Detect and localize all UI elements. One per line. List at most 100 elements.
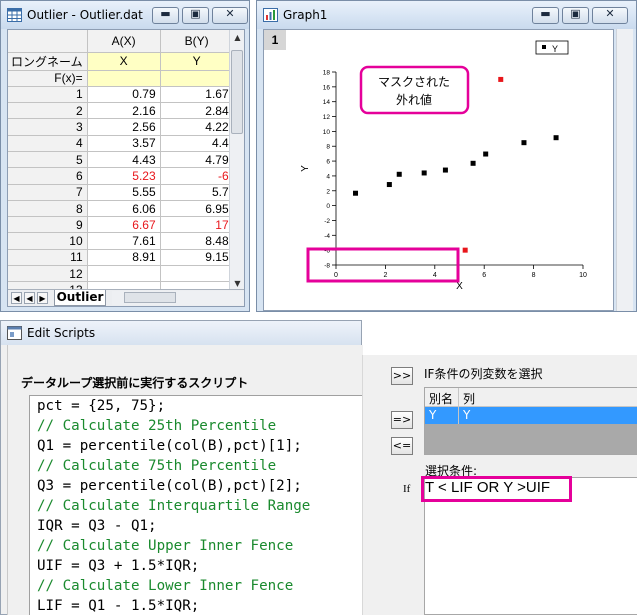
listbox-header-alias[interactable]: 別名: [429, 390, 453, 407]
longname-label: ロングネーム: [8, 52, 88, 71]
row-number[interactable]: 5: [8, 151, 88, 169]
worksheet-window[interactable]: Outlier - Outlier.dat ▬ ▣ ✕ A(X) B(Y) ロン…: [0, 0, 250, 312]
table-row: 11 8.91 9.15: [8, 249, 234, 267]
worksheet-titlebar[interactable]: Outlier - Outlier.dat ▬ ▣ ✕: [1, 1, 249, 29]
cell-a[interactable]: 7.61: [87, 232, 161, 250]
script-code-line: pct = {25, 75};: [37, 398, 166, 414]
scroll-thumb[interactable]: [231, 50, 243, 134]
edit-scripts-dialog[interactable]: Edit Scripts データループ選択前に実行するスクリプト pct = {…: [0, 320, 363, 615]
legend-marker: [542, 45, 546, 49]
cell-b[interactable]: 9.15: [160, 249, 234, 267]
cell-a[interactable]: 3.57: [87, 135, 161, 152]
row-number[interactable]: 9: [8, 216, 88, 234]
tab-prev-icon[interactable]: ◀: [24, 292, 35, 304]
longname-b[interactable]: Y: [160, 52, 234, 71]
cell-a[interactable]: 2.56: [87, 118, 161, 136]
cell-a[interactable]: 6.67: [87, 216, 161, 234]
column-header-a[interactable]: A(X): [87, 30, 161, 53]
add-all-button[interactable]: >>: [391, 367, 413, 385]
cell-a[interactable]: 0.79: [87, 86, 161, 104]
worksheet-vertical-scrollbar[interactable]: ▲ ▼: [229, 30, 244, 291]
cell-b[interactable]: [160, 265, 234, 283]
row-number[interactable]: 4: [8, 135, 88, 152]
remove-button[interactable]: <=: [391, 437, 413, 455]
row-number[interactable]: 6: [8, 167, 88, 185]
data-point: [553, 135, 559, 141]
y-tick-label: 16: [323, 84, 331, 91]
sheet-tab-outlier[interactable]: Outlier: [54, 290, 106, 306]
script-code-line: Q1 = percentile(col(B),pct)[1];: [37, 438, 302, 454]
column-header-b[interactable]: B(Y): [160, 30, 234, 53]
table-row: 4 3.57 4.4: [8, 135, 234, 152]
worksheet-icon: [7, 8, 22, 22]
cell-b[interactable]: 8.48: [160, 232, 234, 250]
minimize-button[interactable]: ▬: [152, 7, 179, 24]
row-number[interactable]: 10: [8, 232, 88, 250]
close-icon: ✕: [225, 7, 235, 20]
table-row: 12: [8, 265, 234, 283]
condition-highlight: [421, 476, 572, 502]
cell-b[interactable]: 1.67: [160, 86, 234, 104]
graph-vertical-scrollbar[interactable]: [616, 29, 633, 311]
row-number[interactable]: 8: [8, 200, 88, 218]
cell-a[interactable]: 5.23: [87, 167, 161, 185]
y-tick-label: 0: [326, 203, 330, 210]
worksheet-grid[interactable]: A(X) B(Y) ロングネーム X Y F(x)= 1 0.79 1.67 2 2.1…: [7, 29, 245, 307]
close-button[interactable]: ✕: [212, 7, 248, 24]
graph-window[interactable]: Graph1 ▬ ▣ ✕ 1 0 2 4 6 8 10 -8 -6 -4 -2 0 2 4 6 8 10 12 1…: [256, 0, 637, 312]
row-number[interactable]: 12: [8, 265, 88, 283]
cell-a[interactable]: 6.06: [87, 200, 161, 218]
cell-b[interactable]: 4.22: [160, 118, 234, 136]
fx-b[interactable]: [160, 70, 234, 87]
cell-a[interactable]: 2.16: [87, 102, 161, 120]
listbox-separator: [458, 388, 459, 424]
listbox-row-alias: Y: [429, 408, 437, 422]
data-table[interactable]: A(X) B(Y) ロングネーム X Y F(x)= 1 0.79 1.67 2 2.1…: [8, 30, 234, 299]
script-comment-line: // Calculate Interquartile Range: [37, 498, 311, 514]
variable-listbox[interactable]: 別名 列 Y Y: [424, 387, 637, 455]
longname-a[interactable]: X: [87, 52, 161, 71]
script-comment-line: // Calculate 75th Percentile: [37, 458, 277, 474]
worksheet-horizontal-scrollbar[interactable]: [112, 291, 244, 305]
callout-line-2: 外れ値: [396, 92, 432, 107]
cell-b[interactable]: 6.95: [160, 200, 234, 218]
row-number[interactable]: 1: [8, 86, 88, 104]
cell-a[interactable]: 8.91: [87, 249, 161, 267]
cell-b[interactable]: 4.79: [160, 151, 234, 169]
graph-maximize-button[interactable]: ▣: [562, 7, 589, 24]
cell-b[interactable]: -6: [160, 167, 234, 185]
graph-close-button[interactable]: ✕: [592, 7, 628, 24]
cell-b[interactable]: 2.84: [160, 102, 234, 120]
row-number[interactable]: 3: [8, 118, 88, 136]
row-number[interactable]: 2: [8, 102, 88, 120]
maximize-button[interactable]: ▣: [182, 7, 209, 24]
graph-minimize-button[interactable]: ▬: [532, 7, 559, 24]
fx-a[interactable]: [87, 70, 161, 87]
legend[interactable]: Y: [535, 40, 569, 55]
x-axis-label: X: [456, 281, 463, 292]
tab-first-icon[interactable]: ◀: [11, 292, 22, 304]
minimize-icon: ▬: [540, 7, 551, 20]
cell-b[interactable]: 5.7: [160, 184, 234, 201]
cell-a[interactable]: 5.55: [87, 184, 161, 201]
graph-page[interactable]: 1 0 2 4 6 8 10 -8 -6 -4 -2 0 2 4 6 8 10 12 14 16 18 X Y Y マスク…: [263, 29, 614, 311]
cell-b[interactable]: 17: [160, 216, 234, 234]
edit-scripts-titlebar[interactable]: Edit Scripts: [1, 321, 361, 345]
hscroll-thumb[interactable]: [124, 292, 176, 303]
y-tick-label: -8: [324, 263, 330, 270]
row-number[interactable]: 7: [8, 184, 88, 201]
script-editor[interactable]: pct = {25, 75}; // Calculate 25th Percent…: [29, 395, 363, 615]
corner-cell[interactable]: [8, 30, 88, 53]
cell-a[interactable]: 4.43: [87, 151, 161, 169]
cell-b[interactable]: 4.4: [160, 135, 234, 152]
listbox-header-column[interactable]: 列: [463, 390, 475, 407]
cell-a[interactable]: [87, 265, 161, 283]
scroll-up-icon[interactable]: ▲: [230, 30, 244, 45]
tab-next-icon[interactable]: ▶: [37, 292, 48, 304]
row-number[interactable]: 11: [8, 249, 88, 267]
scatter-chart[interactable]: 0 2 4 6 8 10-8-6-4-2024681012141618XY Y マスクされ…: [264, 30, 615, 312]
add-button[interactable]: =>: [391, 411, 413, 429]
listbox-row-selected[interactable]: Y Y: [425, 407, 637, 424]
graph-titlebar[interactable]: Graph1 ▬ ▣ ✕: [257, 1, 636, 29]
callout-annotation[interactable]: マスクされた 外れ値: [359, 65, 470, 115]
